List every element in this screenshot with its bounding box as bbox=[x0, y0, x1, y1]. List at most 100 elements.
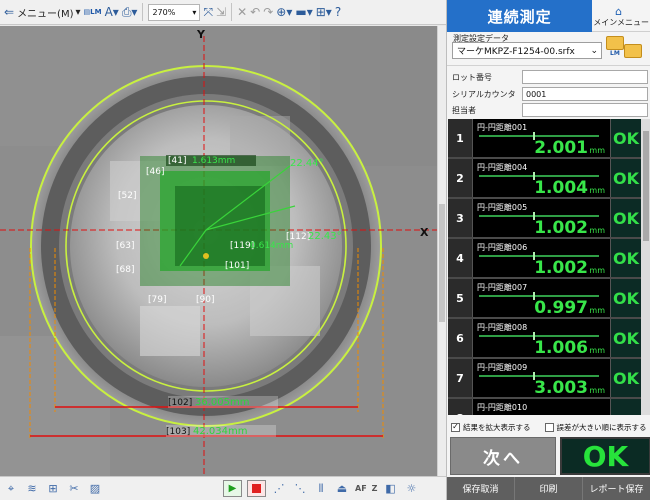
result-status: OK bbox=[610, 199, 641, 237]
menu-button[interactable]: メニュー(M) ▾ bbox=[17, 5, 80, 20]
result-status: OK bbox=[610, 159, 641, 197]
auto-adjust-icon[interactable]: ⇲ bbox=[216, 2, 226, 22]
result-row[interactable]: 6 円-円距離008 1.006 mm OK bbox=[448, 319, 641, 359]
result-number: 4 bbox=[448, 239, 472, 277]
label-value-119: 0.614mm bbox=[250, 241, 293, 251]
label-id-90: [90] bbox=[196, 295, 214, 305]
result-unit: mm bbox=[589, 306, 605, 315]
enlarge-checkbox-label[interactable]: 結果を拡大表示する bbox=[463, 422, 531, 433]
next-button[interactable]: 次へ bbox=[450, 437, 556, 475]
print-icon[interactable]: ⎙▾ bbox=[122, 2, 138, 22]
autofocus-icon[interactable]: AF bbox=[355, 484, 367, 493]
stop-button[interactable] bbox=[247, 480, 266, 497]
result-number: 3 bbox=[448, 199, 472, 237]
coordinate-icon[interactable]: ⊕▾ bbox=[276, 2, 292, 22]
scrollbar-thumb[interactable] bbox=[439, 204, 445, 322]
result-value: 1.002 bbox=[534, 218, 588, 238]
operator-label: 担当者 bbox=[452, 105, 476, 115]
serial-counter-input[interactable]: 0001 bbox=[522, 87, 648, 101]
display-mode-icon[interactable]: ▬▾ bbox=[295, 2, 312, 22]
result-body: 円-円距離005 1.002 mm bbox=[472, 199, 610, 238]
lm-icon[interactable]: ▤LM bbox=[84, 2, 102, 22]
scissors-icon[interactable]: ✂ bbox=[66, 481, 82, 497]
waveform-icon[interactable]: ⦀ bbox=[313, 481, 329, 497]
home-icon: ⌂ bbox=[615, 5, 623, 18]
result-number: 2 bbox=[448, 159, 472, 197]
result-unit: mm bbox=[589, 346, 605, 355]
toolbar-divider bbox=[142, 3, 144, 21]
menu-label: メニュー(M) bbox=[17, 8, 74, 20]
main-menu-button[interactable]: ⌂ メインメニュー bbox=[592, 0, 650, 32]
lm-badge-icon: LM bbox=[610, 50, 620, 57]
open-folder-icon[interactable] bbox=[606, 36, 624, 50]
operator-input[interactable] bbox=[522, 103, 648, 117]
redo-icon[interactable]: ↷ bbox=[263, 2, 273, 22]
result-row[interactable]: 4 円-円距離006 1.002 mm OK bbox=[448, 239, 641, 279]
tolerance-bar bbox=[479, 135, 599, 137]
back-icon[interactable]: ⇐ bbox=[4, 2, 14, 22]
lot-number-input[interactable] bbox=[522, 70, 648, 84]
bottom-toolbar: ⌖ ≋ ⊞ ✂ ▨ ▶ ⋰ ⋱ ⦀ ⏏ AF Z ◧ ☼ bbox=[0, 476, 446, 500]
result-value: 0.997 bbox=[534, 298, 588, 318]
result-name: 円-円距離007 bbox=[477, 283, 528, 292]
light-icon[interactable]: ◧ bbox=[382, 481, 398, 497]
result-row[interactable]: 5 円-円距離007 0.997 mm OK bbox=[448, 279, 641, 319]
z-axis-icon[interactable]: Z bbox=[372, 484, 378, 493]
label-id-68: [68] bbox=[116, 265, 134, 275]
result-unit: mm bbox=[589, 146, 605, 155]
zoom-select[interactable]: 270% ▾ bbox=[148, 3, 201, 21]
save-report-button[interactable]: レポート保存 bbox=[583, 477, 650, 500]
open-lm-folder-icon[interactable] bbox=[624, 44, 642, 58]
result-body: 円-円距離001 2.001 mm bbox=[472, 119, 610, 158]
result-name: 円-円距離008 bbox=[477, 323, 528, 332]
fit-window-icon[interactable]: ⤧ bbox=[203, 2, 213, 22]
edge-detect-icon[interactable]: ⋰ bbox=[271, 481, 287, 497]
tolerance-bar bbox=[479, 175, 599, 177]
tolerance-bar bbox=[479, 375, 599, 377]
result-row[interactable]: 8 円-円距離010 bbox=[448, 399, 641, 415]
image-icon[interactable]: ▨ bbox=[87, 481, 103, 497]
result-status: OK bbox=[610, 279, 641, 317]
print-button[interactable]: 印刷 bbox=[515, 477, 583, 500]
results-scrollbar[interactable] bbox=[641, 119, 650, 415]
delete-icon[interactable]: ✕ bbox=[237, 2, 247, 22]
stop-icon bbox=[252, 484, 261, 493]
error-order-checkbox[interactable] bbox=[544, 422, 554, 432]
text-format-icon[interactable]: A▾ bbox=[105, 2, 119, 22]
result-name: 円-円距離004 bbox=[477, 163, 528, 172]
result-name: 円-円距離009 bbox=[477, 363, 528, 372]
serial-counter-row: シリアルカウンタ 0001 bbox=[452, 87, 648, 101]
image-viewer[interactable]: Y X [41] 1.613mm [46] [52] 22.44° [112] … bbox=[0, 26, 437, 476]
panel-header: 連続測定 ⌂ メインメニュー bbox=[447, 0, 650, 32]
result-row[interactable]: 2 円-円距離004 1.004 mm OK bbox=[448, 159, 641, 199]
result-value: 3.003 bbox=[534, 378, 588, 398]
layers-icon[interactable]: ≋ bbox=[24, 481, 40, 497]
stage-icon[interactable]: ⏏ bbox=[334, 481, 350, 497]
cursor-icon[interactable]: ⌖ bbox=[3, 481, 19, 497]
result-number: 7 bbox=[448, 359, 472, 397]
main-toolbar: ⇐ メニュー(M) ▾ ▤LM A▾ ⎙▾ 270% ▾ ⤧ ⇲ ✕ ↶ ↷ ⊕▾ … bbox=[0, 0, 446, 25]
label-id-63: [63] bbox=[116, 241, 134, 251]
label-id-46: [46] bbox=[146, 167, 164, 177]
result-value: 2.001 bbox=[534, 138, 588, 158]
viewer-scrollbar[interactable] bbox=[437, 26, 446, 476]
result-row[interactable]: 3 円-円距離005 1.002 mm OK bbox=[448, 199, 641, 239]
play-button[interactable]: ▶ bbox=[223, 480, 242, 497]
enlarge-checkbox[interactable]: ✓ bbox=[451, 422, 460, 432]
result-unit: mm bbox=[589, 186, 605, 195]
result-row[interactable]: 1 円-円距離001 2.001 mm OK bbox=[448, 119, 641, 159]
undo-icon[interactable]: ↶ bbox=[250, 2, 260, 22]
toolbar-divider bbox=[231, 3, 233, 21]
scrollbar-thumb[interactable] bbox=[643, 131, 649, 241]
scale-icon[interactable]: ⊞▾ bbox=[316, 2, 332, 22]
lot-number-row: ロット番号 bbox=[452, 70, 648, 84]
results-list[interactable]: 1 円-円距離001 2.001 mm OK 2 円-円距離004 1.004 … bbox=[448, 119, 641, 415]
edge-detect-alt-icon[interactable]: ⋱ bbox=[292, 481, 308, 497]
cancel-save-button[interactable]: 保存取消 bbox=[447, 477, 515, 500]
settings-file-select[interactable]: マーケMKPZ-F1254-00.srfx ⌄ bbox=[452, 42, 602, 59]
result-row[interactable]: 7 円-円距離009 3.003 mm OK bbox=[448, 359, 641, 399]
help-icon[interactable]: ? bbox=[335, 2, 341, 22]
grid-icon[interactable]: ⊞ bbox=[45, 481, 61, 497]
brightness-icon[interactable]: ☼ bbox=[403, 481, 419, 497]
error-order-checkbox-label[interactable]: 誤差が大きい順に表示する bbox=[557, 422, 647, 433]
